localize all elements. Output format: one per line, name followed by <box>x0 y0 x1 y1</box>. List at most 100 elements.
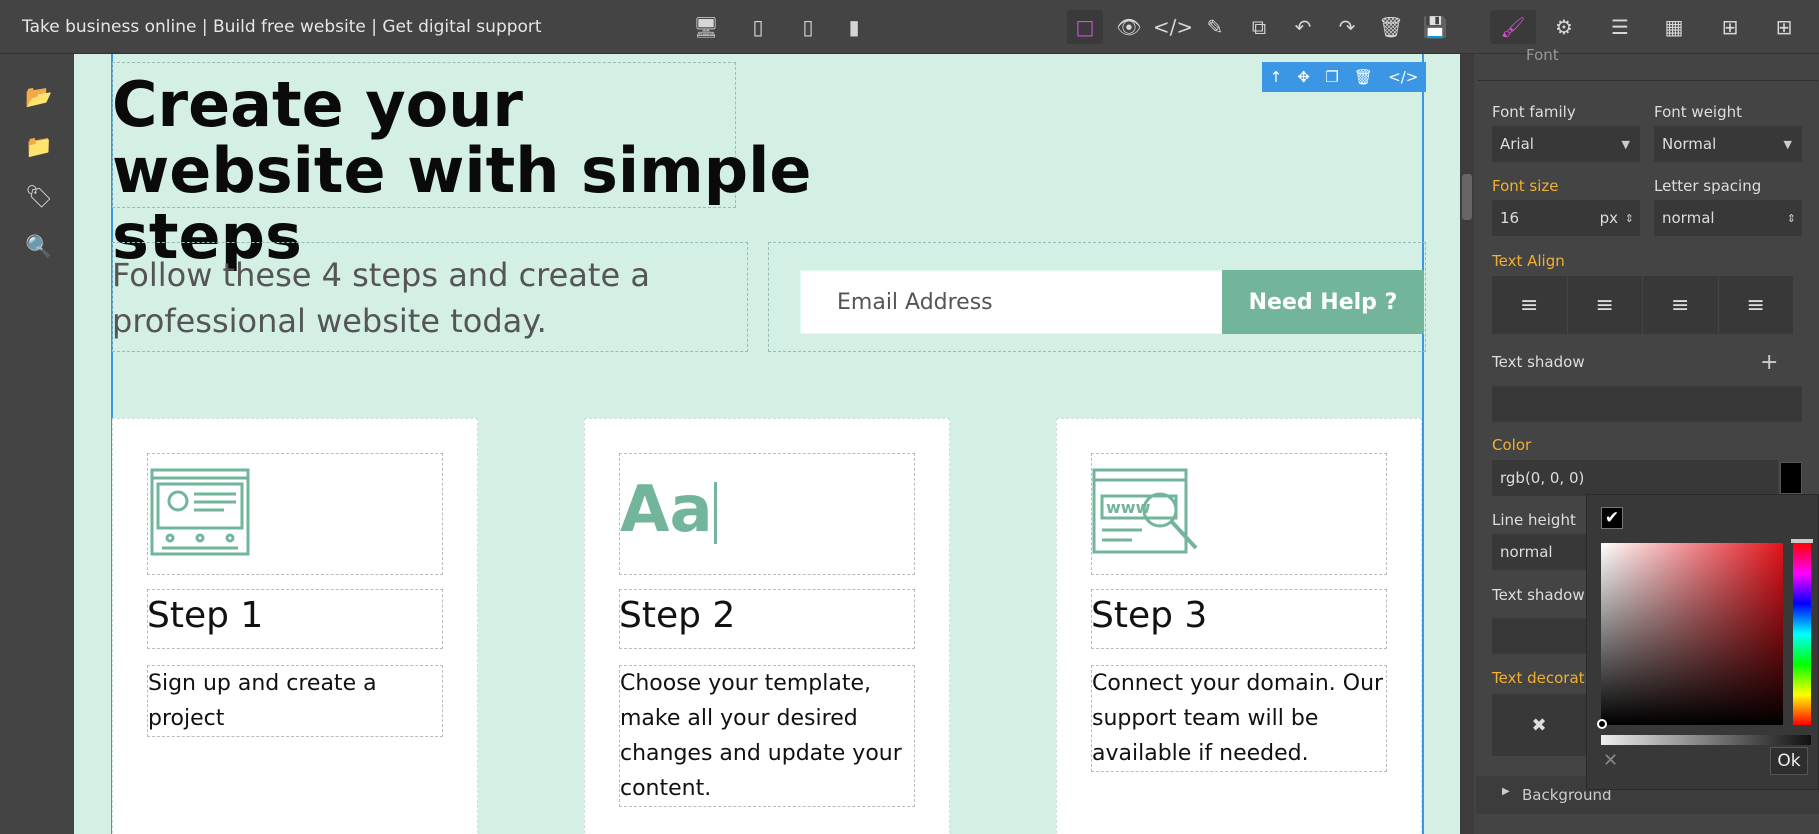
font-size-value: 16 <box>1500 209 1520 227</box>
apps-grid-icon[interactable]: ⊞ <box>1766 10 1802 44</box>
email-input[interactable]: Email Address <box>800 270 1248 334</box>
folder-icon[interactable]: 📁 <box>22 130 56 164</box>
cancel-icon[interactable]: ✕ <box>1603 750 1618 771</box>
text-shadow-label: Text shadow <box>1492 353 1585 371</box>
align-left-icon[interactable]: ≡ <box>1492 276 1568 334</box>
font-family-select[interactable]: Arial ▼ <box>1492 126 1640 162</box>
stepper-icon[interactable]: ⇕ <box>1787 212 1796 225</box>
step-card-3[interactable]: www Step 3 Connect your domain. Our supp… <box>1056 418 1422 834</box>
save-icon[interactable]: 💾 <box>1417 10 1453 44</box>
line-height-value: normal <box>1500 543 1553 561</box>
caret-right-icon: ▶ <box>1502 786 1510 797</box>
align-right-icon[interactable]: ≡ <box>1643 276 1719 334</box>
typography-icon: Aa <box>620 473 713 547</box>
saturation-gradient[interactable] <box>1601 543 1783 725</box>
alpha-slider[interactable] <box>1601 735 1811 745</box>
section-font-header[interactable]: Font <box>1526 46 1559 64</box>
ok-button[interactable]: Ok <box>1770 747 1808 775</box>
text-shadow2-label: Text shadow <box>1492 586 1585 604</box>
font-weight-select[interactable]: Normal ▼ <box>1654 126 1802 162</box>
trash-icon[interactable]: 🗑 <box>1373 10 1409 44</box>
move-icon[interactable]: ✥ <box>1297 68 1310 86</box>
color-input[interactable]: rgb(0, 0, 0) <box>1492 460 1778 496</box>
card-icon-box[interactable]: www <box>1091 453 1387 575</box>
line-height-label: Line height <box>1492 511 1576 529</box>
step-desc-box[interactable]: Sign up and create a project <box>147 665 443 737</box>
checkmark-icon[interactable]: ✔ <box>1601 507 1623 529</box>
desktop-view-icon[interactable]: 🖥 <box>688 10 724 44</box>
subtitle[interactable]: Follow these 4 steps and create a profes… <box>112 252 712 344</box>
font-size-input[interactable]: 16 px ⇕ <box>1492 200 1640 236</box>
scrollbar-thumb[interactable] <box>1462 174 1472 220</box>
code-view-icon[interactable]: </> <box>1153 10 1193 44</box>
zoom-icon[interactable]: 🔍 <box>22 230 56 264</box>
preview-eye-icon[interactable]: 👁 <box>1111 10 1147 44</box>
hero-title[interactable]: Create your website with simple steps <box>112 72 812 270</box>
card-icon-box[interactable]: Aa <box>619 453 915 575</box>
step-desc-box[interactable]: Connect your domain. Our support team wi… <box>1091 665 1387 772</box>
layers-icon[interactable]: ☰ <box>1602 10 1638 44</box>
arrow-up-icon[interactable]: ↑ <box>1270 68 1283 86</box>
hue-slider[interactable] <box>1793 543 1811 725</box>
add-shadow-icon[interactable]: + <box>1760 350 1778 375</box>
font-weight-value: Normal <box>1662 135 1717 153</box>
font-size-unit: px <box>1599 209 1618 227</box>
style-manager-brush-icon[interactable]: 🖌 <box>1490 10 1536 44</box>
tags-icon[interactable]: 🏷 <box>22 180 56 214</box>
text-align-group: ≡ ≡ ≡ ≡ <box>1492 276 1793 334</box>
outline-toggle-icon[interactable]: □ <box>1067 10 1103 44</box>
blocks-small-grid-icon[interactable]: ⊞ <box>1712 10 1748 44</box>
www-search-icon: www <box>1092 468 1198 554</box>
color-picker-popup: ✔ ✕ Ok <box>1586 494 1819 790</box>
need-help-button[interactable]: Need Help ? <box>1222 270 1424 334</box>
app-title: Take business online | Build free websit… <box>22 17 542 37</box>
font-family-label: Font family <box>1492 103 1576 121</box>
text-shadow-stack[interactable] <box>1492 386 1802 422</box>
text-cursor-icon <box>714 482 717 544</box>
clone-icon[interactable]: ❐ <box>1325 68 1338 86</box>
align-center-icon[interactable]: ≡ <box>1568 276 1643 334</box>
editor-canvas[interactable]: ↑ ✥ ❐ 🗑 </> Create your website with sim… <box>74 54 1460 834</box>
letter-spacing-value: normal <box>1662 209 1715 227</box>
edit-icon[interactable]: ✎ <box>1197 10 1233 44</box>
settings-icon[interactable]: ⚙ <box>1546 10 1582 44</box>
letter-spacing-input[interactable]: normal ⇕ <box>1654 200 1802 236</box>
font-weight-label: Font weight <box>1654 103 1743 121</box>
left-sidebar: 📂 📁 🏷 🔍 <box>0 54 74 834</box>
color-handle[interactable] <box>1597 719 1607 729</box>
step-card-1[interactable]: Step 1 Sign up and create a project <box>112 418 478 834</box>
letter-spacing-label: Letter spacing <box>1654 177 1762 195</box>
line-height-input[interactable]: normal <box>1492 534 1586 570</box>
undo-icon[interactable]: ↶ <box>1285 10 1321 44</box>
panel-scrollbar[interactable] <box>1460 54 1474 834</box>
step-card-2[interactable]: Aa Step 2 Choose your template, make all… <box>584 418 950 834</box>
hue-handle[interactable] <box>1791 539 1813 543</box>
step-desc[interactable]: Choose your template, make all your desi… <box>620 666 914 806</box>
blocks-grid-icon[interactable]: ▦ <box>1656 10 1692 44</box>
align-justify-icon[interactable]: ≡ <box>1719 276 1794 334</box>
step-title[interactable]: Step 3 <box>1091 595 1207 636</box>
step-title[interactable]: Step 2 <box>619 595 735 636</box>
text-decoration-label: Text decoratio <box>1492 669 1598 687</box>
mobile-view-icon[interactable]: ▮ <box>836 10 872 44</box>
text-shadow2-stack[interactable] <box>1492 618 1586 654</box>
decoration-none-icon[interactable]: ✖ <box>1492 694 1586 756</box>
tablet-view-icon[interactable]: ▯ <box>740 10 776 44</box>
step-title[interactable]: Step 1 <box>147 595 263 636</box>
color-value: rgb(0, 0, 0) <box>1500 469 1585 487</box>
caret-down-icon: ▼ <box>1621 137 1630 151</box>
delete-icon[interactable]: 🗑 <box>1354 68 1373 86</box>
css-icon[interactable]: ⧉ <box>1241 10 1277 44</box>
code-icon[interactable]: </> <box>1388 68 1418 86</box>
divider <box>1478 80 1818 81</box>
redo-icon[interactable]: ↷ <box>1329 10 1365 44</box>
card-icon-box[interactable] <box>147 453 443 575</box>
step-desc-box[interactable]: Choose your template, make all your desi… <box>619 665 915 807</box>
tablet-small-view-icon[interactable]: ▯ <box>790 10 826 44</box>
stepper-icon[interactable]: ⇕ <box>1625 212 1634 225</box>
font-size-label: Font size <box>1492 177 1559 195</box>
color-swatch[interactable] <box>1780 462 1802 494</box>
folder-open-icon[interactable]: 📂 <box>22 80 56 114</box>
step-desc[interactable]: Sign up and create a project <box>148 666 442 736</box>
step-desc[interactable]: Connect your domain. Our support team wi… <box>1092 666 1386 771</box>
